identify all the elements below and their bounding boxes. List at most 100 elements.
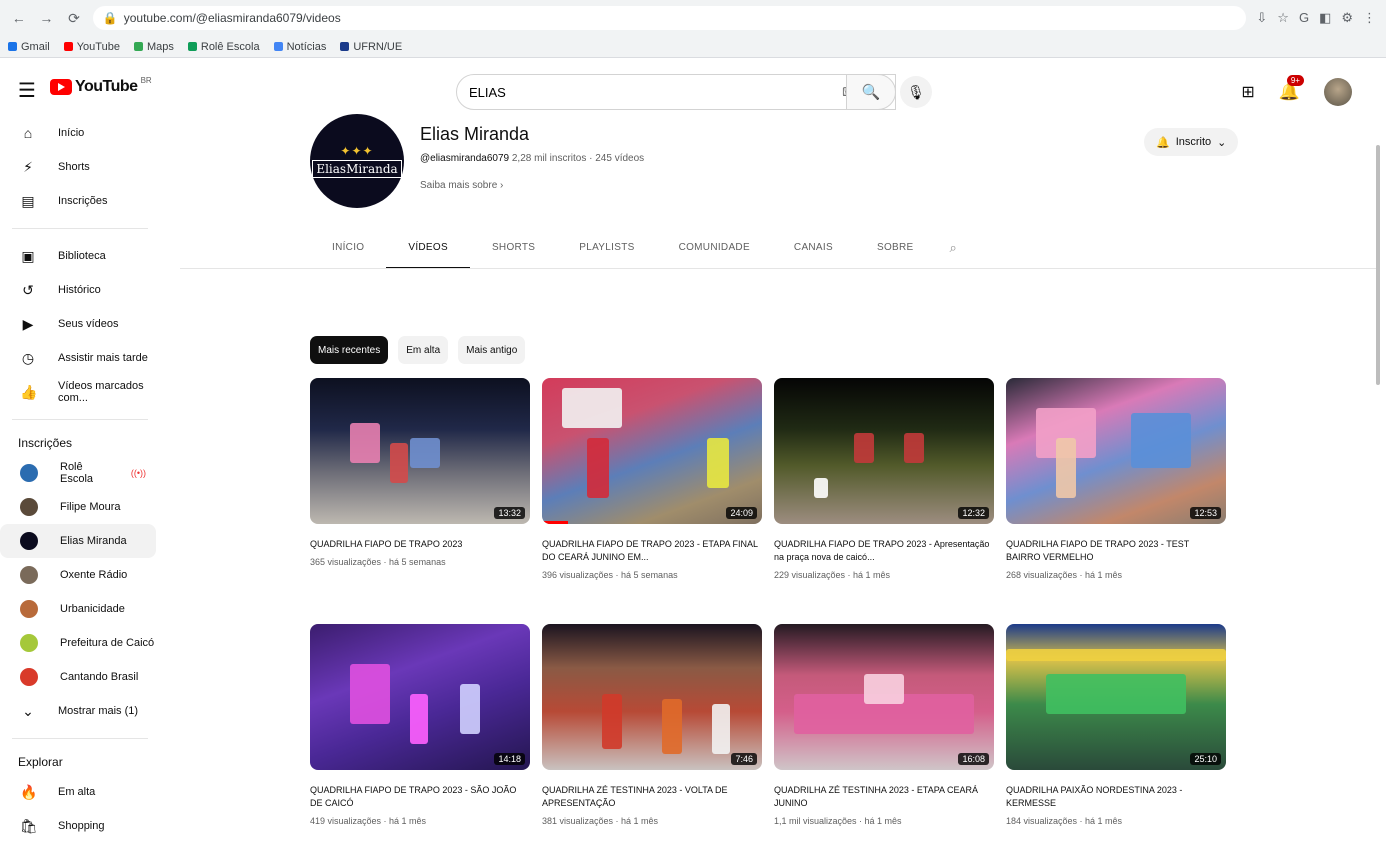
- sidebar-item-2[interactable]: ▤ Inscrições: [0, 184, 156, 218]
- menu-icon[interactable]: ⋮: [1363, 10, 1376, 26]
- chevron-down-icon: ⌄: [1217, 136, 1227, 149]
- sidepanel-icon[interactable]: ◧: [1319, 10, 1331, 26]
- bookmark-item[interactable]: Gmail: [8, 41, 50, 53]
- sidebar-library-item[interactable]: ▶ Seus vídeos: [0, 307, 156, 341]
- bookmark-item[interactable]: YouTube: [63, 41, 120, 53]
- video-title[interactable]: QUADRILHA FIAPO DE TRAPO 2023: [310, 538, 530, 551]
- search-button[interactable]: 🔍: [846, 74, 896, 110]
- tab-canais[interactable]: CANAIS: [772, 230, 855, 269]
- forward-icon[interactable]: →: [38, 10, 56, 26]
- sidebar-library-item[interactable]: 👍 Vídeos marcados com...: [0, 375, 156, 409]
- channel-more-link[interactable]: Saiba mais sobre ›: [420, 180, 503, 191]
- bookmark-label: UFRN/UE: [353, 40, 403, 53]
- sidebar-library-item[interactable]: ◷ Assistir mais tarde: [0, 341, 156, 375]
- header-actions: ⊞ 🔔 9+: [1241, 75, 1352, 106]
- address-bar[interactable]: 🔒 youtube.com/@eliasmiranda6079/videos: [92, 6, 1247, 30]
- sort-chip[interactable]: Em alta: [398, 336, 449, 364]
- reload-icon[interactable]: ⟳: [65, 10, 83, 27]
- bookmark-item[interactable]: Notícias: [273, 41, 326, 53]
- search-input[interactable]: [469, 84, 843, 100]
- sidebar-item-0[interactable]: ⌂ Início: [0, 116, 156, 150]
- bookmark-item[interactable]: Maps: [133, 41, 174, 53]
- show-more-button[interactable]: ⌄ Mostrar mais (1): [0, 694, 156, 728]
- video-card[interactable]: 24:09 QUADRILHA FIAPO DE TRAPO 2023 - ETA…: [542, 378, 762, 594]
- video-thumbnail[interactable]: 16:08: [774, 624, 994, 770]
- video-title[interactable]: QUADRILHA FIAPO DE TRAPO 2023 - TEST BAI…: [1006, 538, 1226, 564]
- account-avatar[interactable]: [1324, 78, 1352, 106]
- bookmark-favicon-icon: [187, 42, 197, 51]
- sort-chip[interactable]: Mais antigo: [458, 336, 526, 364]
- video-title[interactable]: QUADRILHA FIAPO DE TRAPO 2023 - ETAPA FI…: [542, 538, 762, 564]
- sidebar-library-item[interactable]: ↺ Histórico: [0, 273, 156, 307]
- tab-playlists[interactable]: PLAYLISTS: [557, 230, 656, 269]
- video-thumbnail[interactable]: 24:09: [542, 378, 762, 524]
- video-card[interactable]: 14:18 QUADRILHA FIAPO DE TRAPO 2023 - SÃO…: [310, 624, 530, 840]
- sidebar-item-label: Inscrições: [58, 195, 108, 207]
- sort-chip[interactable]: Mais recentes: [310, 336, 389, 364]
- video-card[interactable]: 16:08 QUADRILHA ZÉ TESTINHA 2023 - ETAPA …: [774, 624, 994, 840]
- video-thumbnail[interactable]: 12:32: [774, 378, 994, 524]
- subscription-item[interactable]: Elias Miranda: [0, 524, 156, 558]
- video-thumbnail[interactable]: 7:46: [542, 624, 762, 770]
- video-thumbnail[interactable]: 14:18: [310, 624, 530, 770]
- liked-videos-icon: 👍: [20, 383, 38, 400]
- bookmark-item[interactable]: Rolê Escola: [187, 41, 260, 53]
- subscription-item[interactable]: Prefeitura de Caicó: [0, 626, 156, 660]
- subscriptions-icon: ▤: [21, 192, 35, 209]
- video-thumbnail[interactable]: 25:10: [1006, 624, 1226, 770]
- subscribed-button[interactable]: 🔔 Inscrito ⌄: [1144, 128, 1239, 156]
- channel-search-icon[interactable]: ⌕: [935, 230, 971, 269]
- sidebar: ⌂ Início ⚡ Shorts ▤ Inscrições ▣ Biblioteca ↺ His…: [0, 116, 160, 843]
- channel-name: Elias Miranda: [420, 124, 530, 144]
- download-icon[interactable]: ⇩: [1256, 10, 1267, 26]
- thumbnail-figure: [562, 388, 622, 428]
- video-thumbnail[interactable]: 13:32: [310, 378, 530, 524]
- subscription-item[interactable]: Cantando Brasil: [0, 660, 156, 694]
- video-title[interactable]: QUADRILHA FIAPO DE TRAPO 2023 - Apresent…: [774, 538, 994, 564]
- profile-icon[interactable]: ⚙: [1341, 10, 1353, 26]
- subscription-item[interactable]: Rolê Escola ((•)): [0, 456, 156, 490]
- thumbnail-figure: [707, 438, 729, 488]
- sidebar-item-label: Vídeos marcados com...: [58, 380, 144, 404]
- notifications-bell-icon[interactable]: 🔔 9+: [1279, 75, 1304, 102]
- thumbnail-figure: [854, 433, 874, 463]
- subscription-item[interactable]: Filipe Moura: [0, 490, 156, 524]
- subscription-item[interactable]: Urbanicidade: [0, 592, 156, 626]
- back-icon[interactable]: ←: [10, 10, 28, 26]
- subscription-item[interactable]: Oxente Rádio: [0, 558, 156, 592]
- bookmark-item[interactable]: UFRN/UE: [340, 41, 402, 53]
- tab-sobre[interactable]: SOBRE: [855, 230, 936, 269]
- video-meta: 396 visualizações · há 5 semanas: [542, 570, 678, 580]
- sidebar-item-1[interactable]: ⚡ Shorts: [0, 150, 156, 184]
- tab-início[interactable]: INÍCIO: [310, 230, 386, 269]
- video-title[interactable]: QUADRILHA ZÉ TESTINHA 2023 - ETAPA CEARÁ…: [774, 784, 994, 810]
- google-icon[interactable]: G: [1299, 10, 1309, 26]
- youtube-logo[interactable]: YouTube BR: [50, 76, 152, 96]
- video-thumbnail[interactable]: 12:53: [1006, 378, 1226, 524]
- video-title[interactable]: QUADRILHA PAIXÃO NORDESTINA 2023 - KERME…: [1006, 784, 1226, 810]
- tab-vídeos[interactable]: VÍDEOS: [386, 230, 470, 269]
- tab-comunidade[interactable]: COMUNIDADE: [657, 230, 772, 269]
- subscription-avatar: [20, 464, 38, 482]
- video-card[interactable]: 13:32 QUADRILHA FIAPO DE TRAPO 2023 365 vi…: [310, 378, 530, 594]
- hamburger-menu-icon[interactable]: ☰: [18, 78, 36, 103]
- history-icon: ↺: [22, 281, 34, 298]
- video-card[interactable]: 12:32 QUADRILHA FIAPO DE TRAPO 2023 - Apr…: [774, 378, 994, 594]
- yt-header: ☰ YouTube BR ⌨ ✕ 🔍 🎙 ⊞ 🔔9+: [0, 58, 1386, 116]
- video-card[interactable]: 12:53 QUADRILHA FIAPO DE TRAPO 2023 - TES…: [1006, 378, 1226, 594]
- voice-search-button[interactable]: 🎙: [900, 76, 932, 108]
- explore-item[interactable]: 🔥 Em alta: [0, 775, 156, 809]
- bookmark-star-icon[interactable]: ☆: [1277, 10, 1289, 26]
- sidebar-library-item[interactable]: ▣ Biblioteca: [0, 239, 156, 273]
- thumbnail-figure: [712, 704, 730, 754]
- your-videos-icon: ▶: [22, 315, 34, 332]
- video-title[interactable]: QUADRILHA FIAPO DE TRAPO 2023 - SÃO JOÃO…: [310, 784, 530, 810]
- video-card[interactable]: 7:46 QUADRILHA ZÉ TESTINHA 2023 - VOLTA D…: [542, 624, 762, 840]
- page-scrollbar[interactable]: [1376, 145, 1380, 385]
- video-title[interactable]: QUADRILHA ZÉ TESTINHA 2023 - VOLTA DE AP…: [542, 784, 762, 810]
- create-video-icon[interactable]: ⊞: [1241, 82, 1254, 102]
- video-card[interactable]: 25:10 QUADRILHA PAIXÃO NORDESTINA 2023 - …: [1006, 624, 1226, 840]
- tab-shorts[interactable]: SHORTS: [470, 230, 557, 269]
- explore-item[interactable]: 🛍 Shopping: [0, 809, 156, 843]
- video-duration: 25:10: [1190, 753, 1221, 765]
